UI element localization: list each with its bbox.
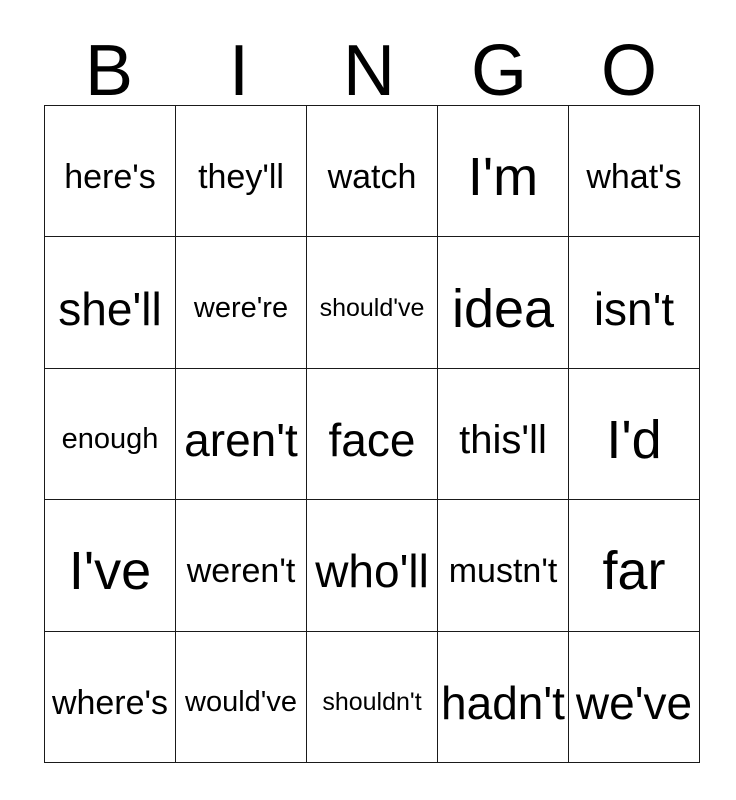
bingo-cell[interactable]: far	[568, 499, 700, 632]
bingo-cell-text: aren't	[184, 413, 298, 466]
bingo-cell-text: this'll	[459, 417, 547, 462]
bingo-cell-text: mustn't	[448, 552, 558, 591]
bingo-card: B I N G O here's they'll watch I'm what'…	[0, 0, 736, 800]
bingo-cell[interactable]: we've	[568, 630, 700, 763]
bingo-cell-text: would've	[185, 686, 297, 719]
bingo-cell-text: hadn't	[441, 676, 565, 729]
bingo-cell-text: who'll	[315, 545, 429, 598]
bingo-row: here's they'll watch I'm what's	[44, 104, 700, 238]
bingo-cell-text: far	[602, 541, 666, 602]
bingo-cell[interactable]: should've	[306, 236, 438, 369]
bingo-cell-text: I'm	[467, 147, 539, 208]
bingo-cell-text: what's	[586, 158, 682, 197]
bingo-row: she'll were're should've idea isn't	[44, 236, 700, 369]
bingo-cell-text: were're	[193, 292, 289, 325]
bingo-cell-text: weren't	[186, 552, 296, 591]
bingo-cell-text: shouldn't	[322, 688, 422, 717]
bingo-cell-text: face	[328, 413, 416, 466]
bingo-cell-text: they'll	[198, 158, 284, 197]
bingo-cell[interactable]: this'll	[437, 367, 569, 501]
bingo-cell[interactable]: I'm	[437, 104, 569, 238]
bingo-row: where's would've shouldn't hadn't we've	[44, 630, 700, 763]
bingo-cell[interactable]: enough	[44, 367, 176, 501]
bingo-cell-text: where's	[51, 683, 169, 722]
header-letter-b: B	[84, 30, 134, 111]
bingo-cell[interactable]: would've	[175, 630, 307, 763]
bingo-cell[interactable]: here's	[44, 104, 176, 238]
bingo-header: B I N G O	[44, 24, 694, 111]
bingo-row: enough aren't face this'll I'd	[44, 367, 700, 501]
bingo-cell[interactable]: watch	[306, 104, 438, 238]
bingo-cell-text: isn't	[593, 282, 675, 335]
bingo-cell[interactable]: what's	[568, 104, 700, 238]
bingo-cell-text: I'd	[606, 409, 662, 470]
bingo-cell[interactable]: face	[306, 367, 438, 501]
bingo-cell-text: idea	[451, 278, 555, 339]
bingo-cell[interactable]: I've	[44, 499, 176, 632]
header-letter-g: G	[470, 30, 527, 111]
bingo-cell-text: I've	[68, 541, 152, 602]
bingo-cell-text: here's	[64, 158, 156, 197]
bingo-cell[interactable]: weren't	[175, 499, 307, 632]
header-letter-n: N	[343, 30, 395, 111]
bingo-cell[interactable]: isn't	[568, 236, 700, 369]
bingo-grid: here's they'll watch I'm what's she'll w…	[44, 104, 700, 763]
bingo-cell-text: enough	[61, 423, 159, 456]
bingo-cell[interactable]: were're	[175, 236, 307, 369]
bingo-cell[interactable]: aren't	[175, 367, 307, 501]
bingo-row: I've weren't who'll mustn't far	[44, 499, 700, 632]
bingo-cell-text: should've	[319, 294, 425, 323]
bingo-cell-text: we've	[575, 676, 693, 729]
bingo-cell[interactable]: she'll	[44, 236, 176, 369]
bingo-cell[interactable]: idea	[437, 236, 569, 369]
header-letter-i: I	[228, 30, 249, 111]
bingo-cell[interactable]: hadn't	[437, 630, 569, 763]
bingo-cell[interactable]: who'll	[306, 499, 438, 632]
bingo-cell[interactable]: mustn't	[437, 499, 569, 632]
bingo-cell-text: watch	[327, 158, 417, 197]
bingo-cell[interactable]: where's	[44, 630, 176, 763]
header-letter-o: O	[600, 30, 657, 111]
bingo-cell[interactable]: shouldn't	[306, 630, 438, 763]
bingo-cell[interactable]: they'll	[175, 104, 307, 238]
bingo-cell[interactable]: I'd	[568, 367, 700, 501]
bingo-cell-text: she'll	[58, 282, 162, 335]
